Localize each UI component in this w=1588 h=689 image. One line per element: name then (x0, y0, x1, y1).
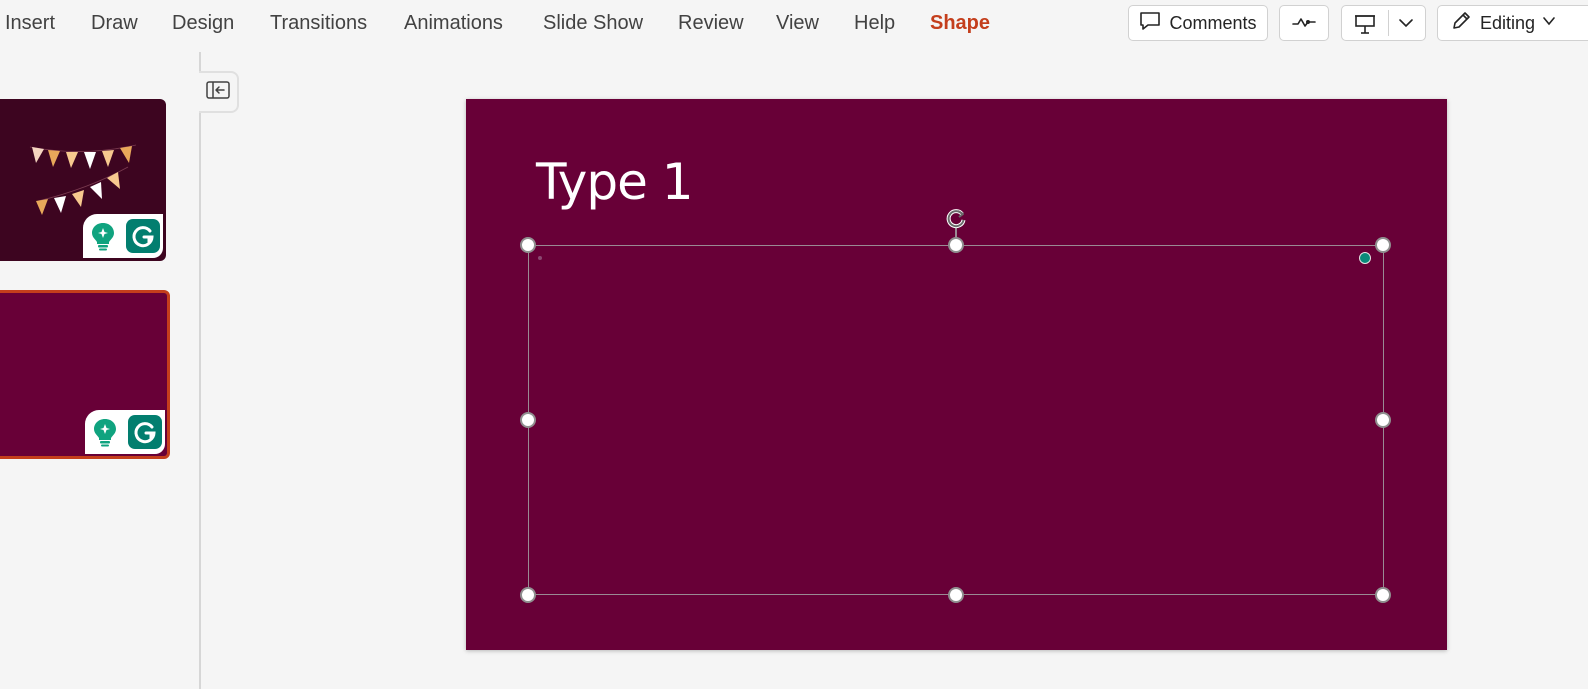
resize-handle-top-right[interactable] (1375, 237, 1391, 253)
tab-animations[interactable]: Animations (404, 9, 503, 37)
grammarly-icon[interactable] (126, 219, 160, 253)
shape-anchor-dot (538, 256, 542, 260)
resize-handle-bottom-left[interactable] (520, 587, 536, 603)
pane-divider[interactable] (199, 52, 201, 689)
present-split-button (1341, 5, 1426, 41)
adjust-handle[interactable] (1359, 252, 1371, 264)
tab-draw[interactable]: Draw (91, 9, 138, 37)
present-menu-chevron-down-icon[interactable] (1397, 14, 1415, 37)
comments-label: Comments (1169, 12, 1257, 33)
ink-replay-button[interactable] (1279, 5, 1329, 41)
slide-thumbnail-1[interactable] (0, 99, 166, 261)
tab-shape[interactable]: Shape (930, 9, 990, 37)
tab-help[interactable]: Help (854, 9, 895, 37)
tab-insert[interactable]: Insert (5, 9, 55, 37)
slide-canvas[interactable]: Type 1 (466, 99, 1447, 650)
lightbulb-sparkle-icon[interactable] (88, 415, 122, 449)
addin-badges (85, 410, 165, 454)
tab-transitions[interactable]: Transitions (270, 9, 367, 37)
pennant-bunting-icon (28, 143, 140, 224)
collapse-pane-button[interactable] (199, 71, 239, 113)
pencil-icon (1450, 10, 1472, 37)
tab-design[interactable]: Design (172, 9, 234, 37)
grammarly-icon[interactable] (128, 415, 162, 449)
resize-handle-right[interactable] (1375, 412, 1391, 428)
lightbulb-sparkle-icon[interactable] (86, 219, 120, 253)
addin-badges (83, 214, 163, 258)
slide-thumbnail-2[interactable] (0, 290, 170, 459)
present-icon[interactable] (1354, 13, 1376, 40)
comment-icon (1139, 11, 1161, 36)
resize-handle-top[interactable] (948, 237, 964, 253)
resize-handle-bottom-right[interactable] (1375, 587, 1391, 603)
split-divider (1388, 10, 1389, 36)
selected-shape[interactable] (528, 245, 1384, 595)
chevron-down-icon (1541, 13, 1557, 34)
resize-handle-bottom[interactable] (948, 587, 964, 603)
ink-replay-icon (1292, 13, 1316, 34)
resize-handle-left[interactable] (520, 412, 536, 428)
tab-review[interactable]: Review (678, 9, 744, 37)
powerpoint-window: Insert Draw Design Transitions Animation… (0, 0, 1588, 689)
resize-handle-top-left[interactable] (520, 237, 536, 253)
editing-mode-button[interactable]: Editing (1437, 5, 1588, 41)
tab-view[interactable]: View (776, 9, 819, 37)
ribbon-tab-bar: Insert Draw Design Transitions Animation… (0, 0, 1588, 46)
rotate-handle-icon[interactable] (944, 207, 968, 231)
panel-collapse-icon (206, 80, 230, 104)
comments-button[interactable]: Comments (1128, 5, 1268, 41)
slide-title[interactable]: Type 1 (536, 153, 694, 211)
editing-label: Editing (1480, 12, 1536, 33)
tab-slide-show[interactable]: Slide Show (543, 9, 643, 37)
